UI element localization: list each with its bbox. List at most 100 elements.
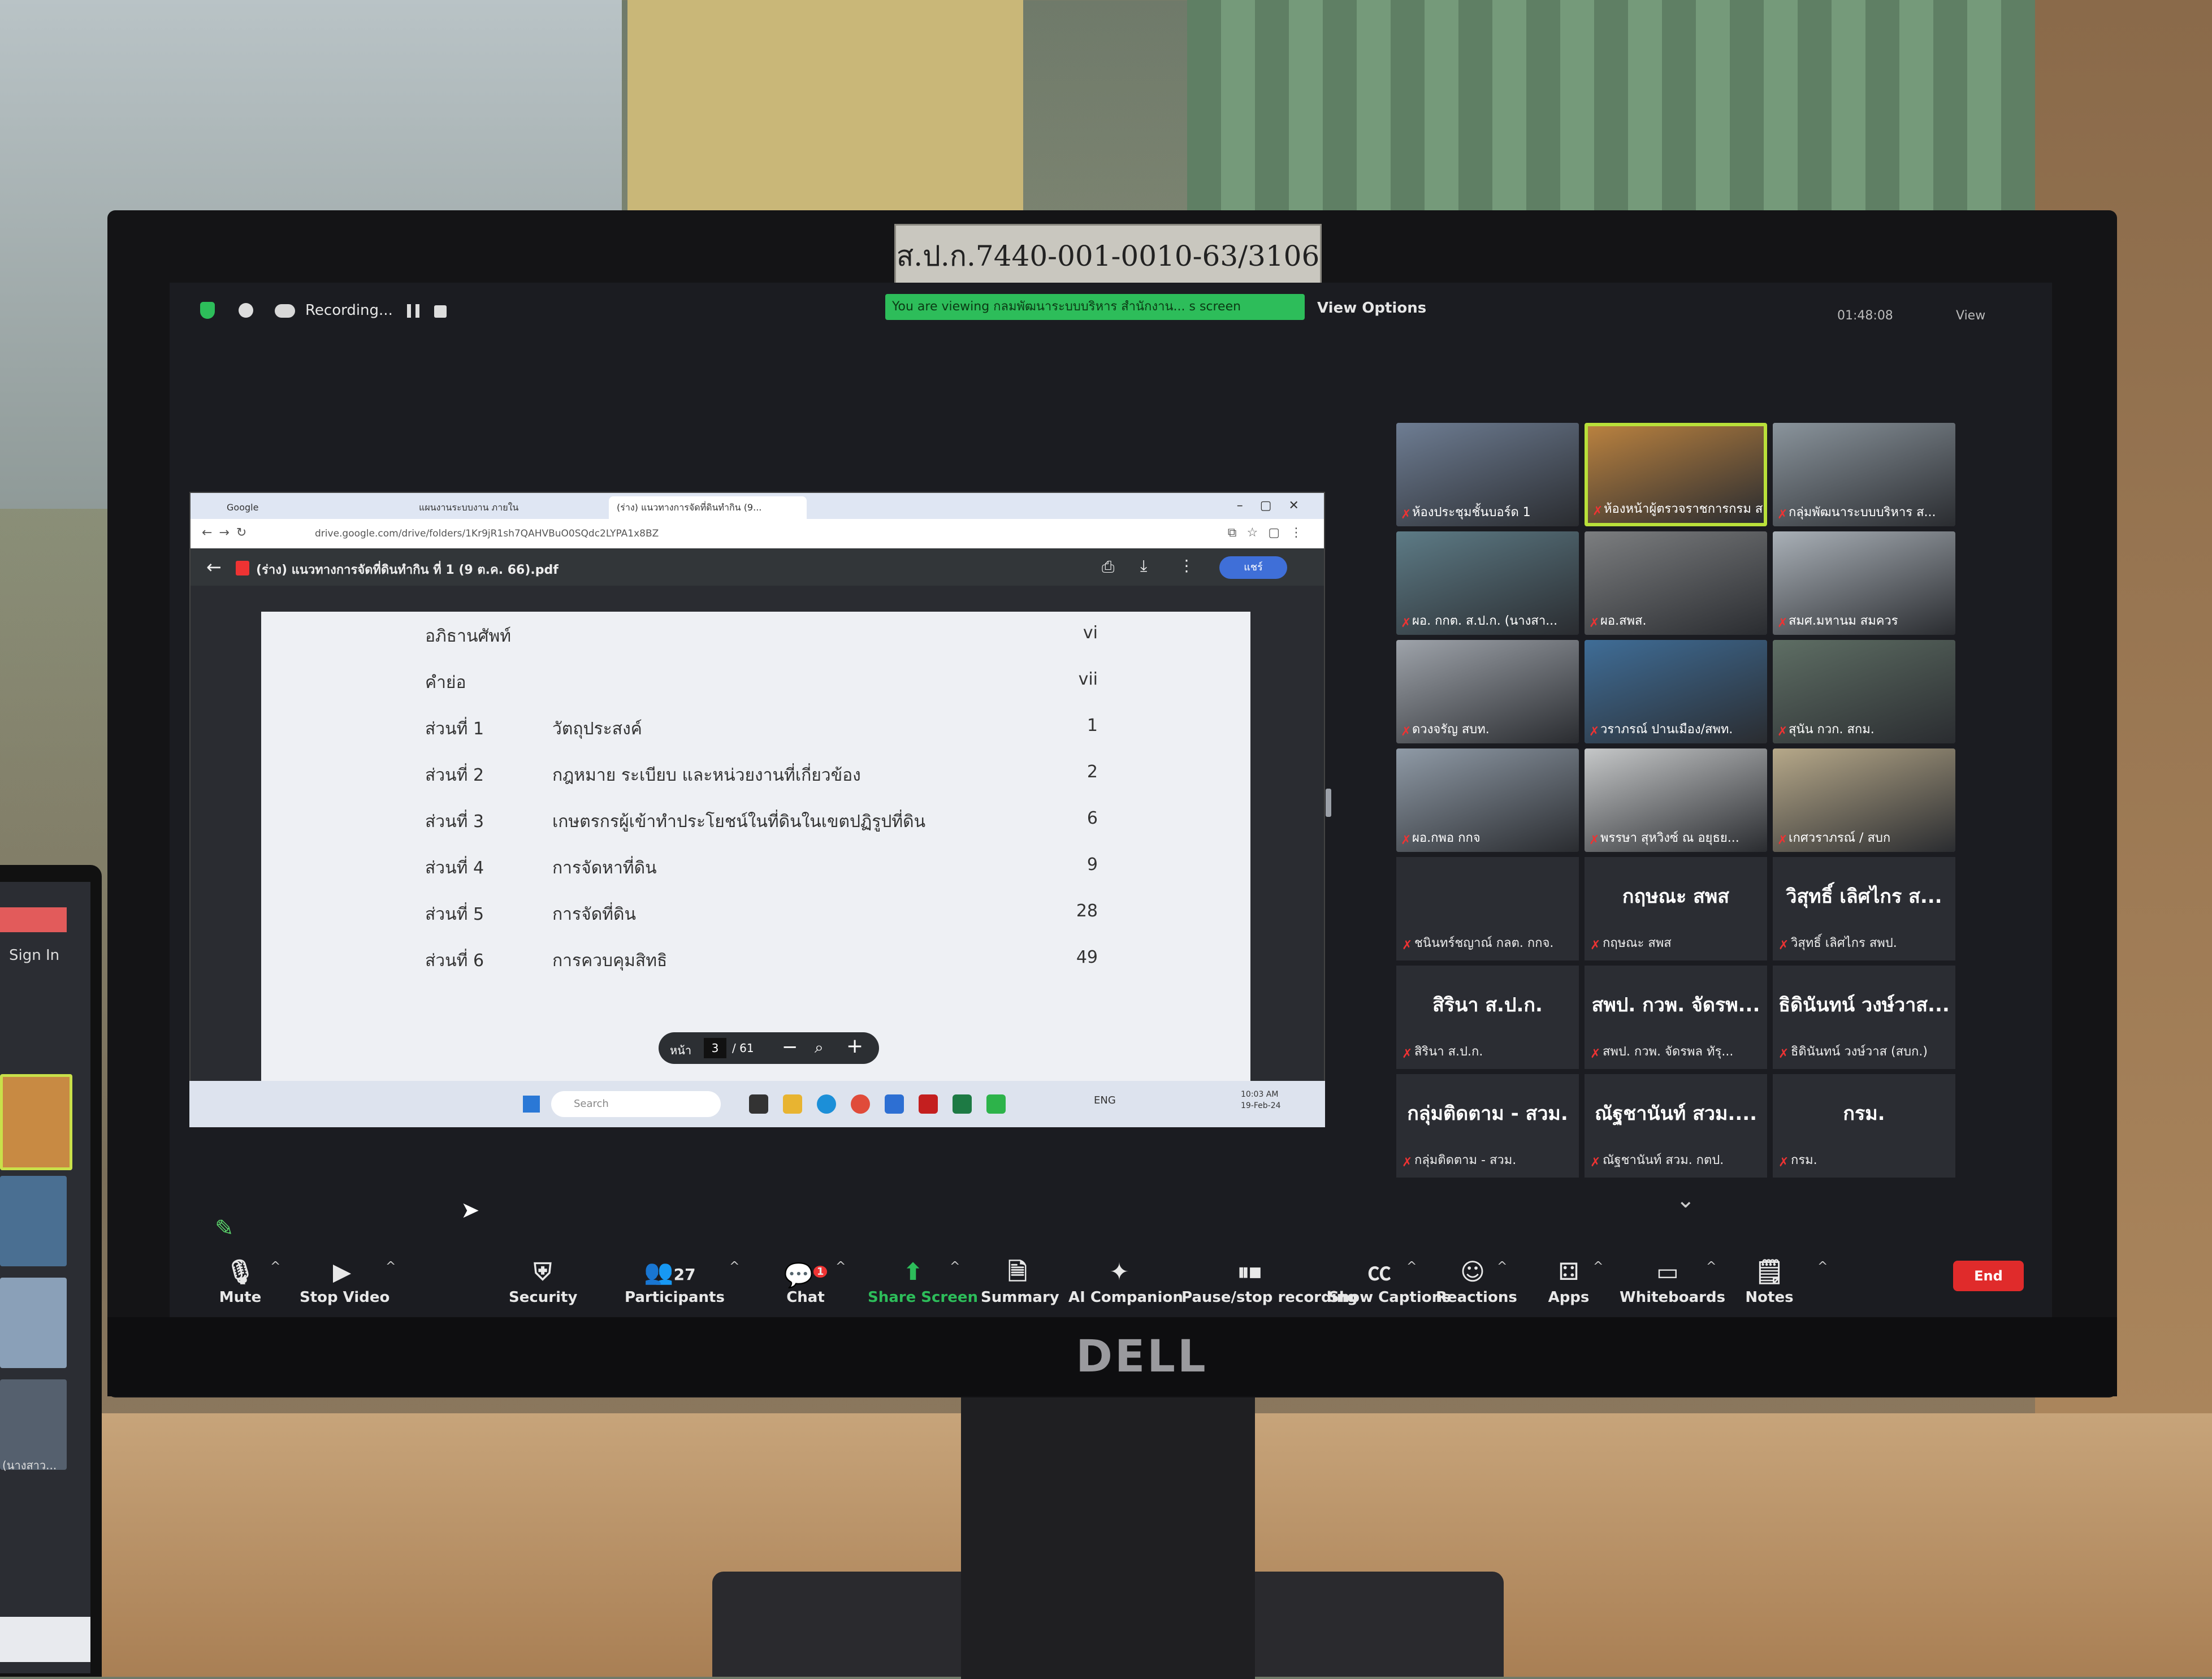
toc-section: ส่วนที่ 3 — [425, 812, 484, 832]
video-tile[interactable]: ✗ ผอ. กกต. ส.ป.ก. (นางสา... — [1396, 531, 1579, 635]
windows-start-icon[interactable] — [523, 1096, 540, 1113]
video-tile[interactable]: ✗ สมศ.มหานม สมควร — [1773, 531, 1955, 635]
caret-up-icon[interactable]: ^ — [270, 1260, 280, 1274]
zoom-app-icon[interactable] — [885, 1094, 904, 1114]
end-meeting-button[interactable]: End — [1953, 1261, 2024, 1291]
split-handle[interactable] — [1326, 789, 1331, 817]
zoom-in-icon[interactable]: + — [846, 1035, 863, 1058]
whiteboards-label: Whiteboards — [1620, 1289, 1726, 1306]
browser-actions-icon[interactable]: ⧉☆▢⋮ — [1228, 526, 1313, 540]
whiteboard-icon: ▭ — [1656, 1258, 1679, 1286]
name-tile[interactable]: สิรินา ส.ป.ก. ✗ สิรินา ส.ป.ก. — [1396, 966, 1579, 1069]
participant-name: ห้องหน้าผู้ตรวจราชการกรม ส... — [1604, 502, 1767, 516]
shield-icon[interactable] — [200, 302, 215, 319]
page-number-input[interactable]: 3 — [704, 1038, 726, 1058]
caret-up-icon[interactable]: ^ — [1406, 1260, 1417, 1274]
caret-up-icon[interactable]: ^ — [1497, 1260, 1507, 1274]
notes-button[interactable]: 🗒 Notes — [1741, 1255, 1798, 1306]
caret-up-icon[interactable]: ^ — [1593, 1260, 1603, 1274]
excel-icon[interactable] — [953, 1094, 972, 1114]
security-button[interactable]: ⛨ Security — [509, 1255, 577, 1306]
video-tile[interactable]: ✗ วราภรณ์ ปานเมือง/สพท. — [1585, 640, 1767, 743]
laptop-sign-in[interactable]: Sign In — [9, 947, 59, 964]
browser-tab[interactable]: Google — [219, 496, 405, 519]
taskbar-search[interactable]: Search — [551, 1091, 721, 1117]
participants-button[interactable]: 👥27 Participants — [625, 1255, 725, 1306]
pdf-page: อภิธานศัพท์ vi คำย่อ vii ส่วนที่ 1 วัตถุ… — [261, 612, 1250, 1081]
caret-up-icon[interactable]: ^ — [836, 1260, 846, 1274]
info-icon[interactable] — [239, 303, 253, 318]
view-options-button[interactable]: View Options — [1317, 300, 1426, 317]
mute-button[interactable]: 🎙 Mute — [215, 1255, 266, 1306]
browser-tab[interactable]: แผนงานระบบงาน ภายใน — [411, 496, 603, 519]
chat-label: Chat — [786, 1289, 825, 1306]
caret-up-icon[interactable]: ^ — [1706, 1260, 1716, 1274]
video-tile[interactable]: ✗ ห้องหน้าผู้ตรวจราชการกรม ส... — [1585, 423, 1767, 526]
stop-icon[interactable] — [434, 305, 447, 318]
summary-button[interactable]: 🗎 Summary — [981, 1255, 1059, 1306]
name-tile[interactable]: สพป. กวพ. จัดรพ... ✗ สพป. กวพ. จัดรพล ทัรุ… — [1585, 966, 1767, 1069]
page-total: / 61 — [732, 1041, 754, 1055]
print-icon[interactable]: ⎙ — [1102, 557, 1114, 577]
pause-recording-button[interactable]: ⏸⏹ Pause/stop recording — [1181, 1255, 1358, 1306]
toc-section: คำย่อ — [425, 673, 466, 693]
acrobat-icon[interactable] — [919, 1094, 938, 1114]
toc-page: 1 — [1086, 716, 1098, 735]
line-icon[interactable] — [986, 1094, 1006, 1114]
nav-arrows-icon[interactable]: ←→↻ — [202, 526, 253, 540]
name-tile[interactable]: ✗ ชนินทร์ชญาณ์ กลต. กกจ. — [1396, 857, 1579, 960]
laptop-close-button[interactable] — [0, 907, 67, 932]
share-screen-button[interactable]: ⬆ Share Screen — [868, 1255, 978, 1306]
window-controls[interactable]: –▢✕ — [1237, 499, 1316, 513]
view-button[interactable]: View — [1956, 309, 1985, 323]
video-tile[interactable]: ✗ ดวงจรัญ สบท. — [1396, 640, 1579, 743]
participant-display-name: วิสุทธิ์ เลิศไกร ส... — [1786, 885, 1942, 908]
name-tile[interactable]: กฤษณะ สพส ✗ กฤษณะ สพส — [1585, 857, 1767, 960]
name-tile[interactable]: กรม. ✗ กรม. — [1773, 1074, 1955, 1178]
name-tile[interactable]: ธิดินันทน์ วงษ์วาส... ✗ ธิดินันทน์ วงษ์วาส… — [1773, 966, 1955, 1069]
video-tile[interactable]: ✗ กลุ่มพัฒนาระบบบริหาร ส... — [1773, 423, 1955, 526]
video-tile[interactable]: ✗ สุนัน กวก. สกม. — [1773, 640, 1955, 743]
edge-icon[interactable] — [817, 1094, 836, 1114]
name-tile[interactable]: วิสุทธิ์ เลิศไกร ส... ✗ วิสุทธิ์ เลิศไกร ส… — [1773, 857, 1955, 960]
name-tile[interactable]: กลุ่มติดตาม - สวม. ✗ กลุ่มติดตาม - สวม. — [1396, 1074, 1579, 1178]
task-view-icon[interactable] — [749, 1094, 768, 1114]
video-tile[interactable]: ✗ ห้องประชุมชั้นบอร์ด 1 — [1396, 423, 1579, 526]
share-button[interactable]: แชร์ — [1219, 556, 1287, 579]
summary-icon: 🗎 — [1008, 1258, 1027, 1286]
url-field[interactable]: drive.google.com/drive/folders/1Kr9jR1sh… — [315, 528, 659, 539]
muted-mic-icon: ✗ — [1592, 504, 1603, 518]
ai-companion-button[interactable]: ✦ AI Companion — [1068, 1255, 1183, 1306]
zoom-out-icon[interactable]: − — [782, 1036, 798, 1058]
more-icon[interactable]: ⋮ — [1179, 556, 1194, 575]
pdf-file-icon — [236, 561, 249, 575]
caret-up-icon[interactable]: ^ — [386, 1260, 396, 1274]
video-tile[interactable]: ✗ ผอ.สพส. — [1585, 531, 1767, 635]
caret-up-icon[interactable]: ^ — [950, 1260, 960, 1274]
video-tile[interactable]: ✗ พรรษา สุหวิงซ์ ณ อยุธย... — [1585, 748, 1767, 852]
system-tray[interactable]: ENG — [1094, 1094, 1116, 1106]
video-tile[interactable]: ✗ เกศวราภรณ์ / สบก — [1773, 748, 1955, 852]
file-explorer-icon[interactable] — [783, 1094, 802, 1114]
whiteboards-button[interactable]: ▭ Whiteboards — [1620, 1255, 1726, 1306]
zoom-magnifier-icon[interactable]: ⌕ — [815, 1038, 824, 1057]
browser-tab-active[interactable]: (ร่าง) แนวทางการจัดที่ดินทำกิน (9... — [609, 496, 807, 519]
muted-mic-icon: ✗ — [1590, 1156, 1601, 1170]
download-icon[interactable]: ⤓ — [1140, 556, 1147, 575]
address-bar: ←→↻ drive.google.com/drive/folders/1Kr9j… — [191, 519, 1324, 548]
participant-name: กรม. — [1791, 1153, 1817, 1167]
apps-button[interactable]: ⚃ Apps — [1543, 1255, 1594, 1306]
monitor-logo: DELL — [1076, 1331, 1208, 1382]
name-tile[interactable]: ณัฐชานันท์ สวม.... ✗ ณัฐชานันท์ สวม. กตป. — [1585, 1074, 1767, 1178]
video-tile[interactable]: ✗ ผอ.กพอ กกจ — [1396, 748, 1579, 852]
caret-up-icon[interactable]: ^ — [729, 1260, 739, 1274]
caret-up-icon[interactable]: ^ — [1817, 1260, 1828, 1274]
pencil-icon[interactable]: ✎ — [215, 1215, 234, 1241]
toc-row: ส่วนที่ 1 วัตถุประสงค์ 1 — [261, 716, 1250, 750]
chrome-icon[interactable] — [851, 1094, 870, 1114]
pause-icon[interactable] — [407, 304, 419, 318]
chevron-down-icon[interactable]: ⌄ — [1676, 1187, 1695, 1213]
stop-video-button[interactable]: ▶ Stop Video — [300, 1255, 389, 1306]
chat-button[interactable]: 💬 1 Chat — [780, 1255, 831, 1306]
back-arrow-icon[interactable]: ← — [206, 556, 222, 578]
